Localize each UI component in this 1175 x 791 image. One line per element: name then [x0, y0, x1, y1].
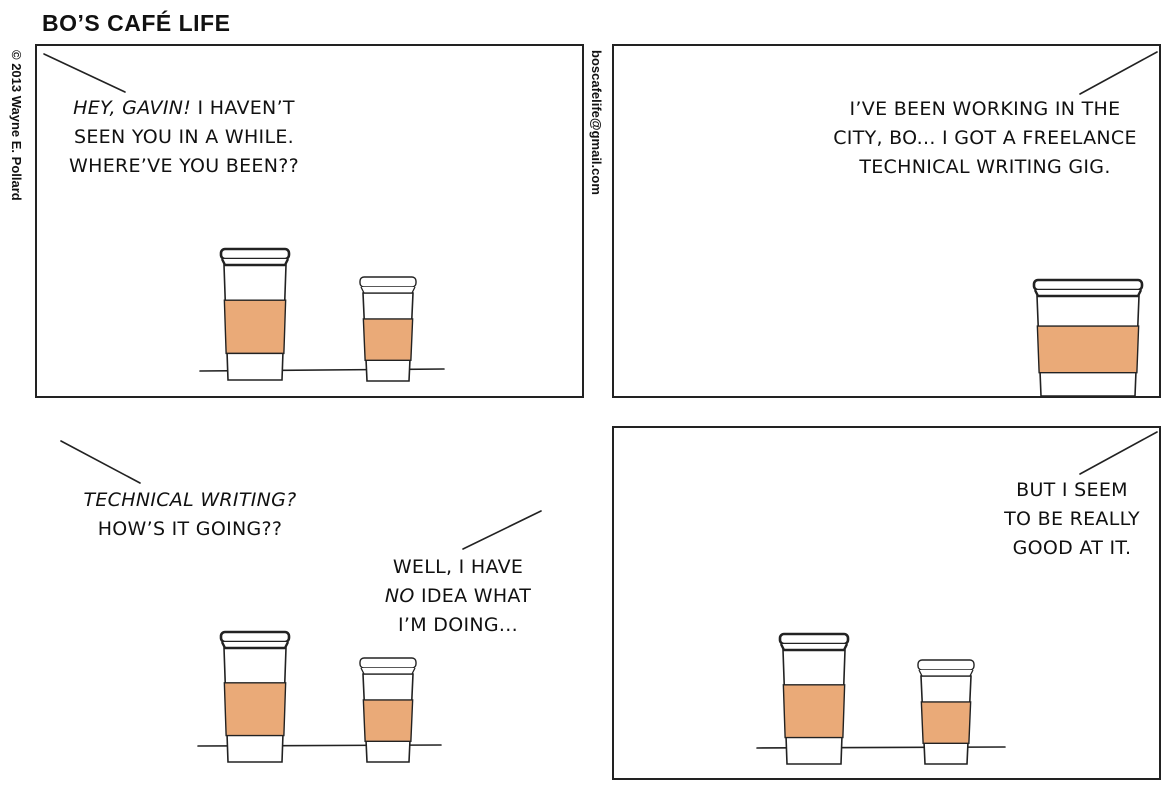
cup-bo-panel-3-lid-rim [360, 667, 416, 675]
cup-gavin-panel-1-sleeve [223, 299, 287, 355]
speech-line: TO BE REALLY [1004, 508, 1140, 530]
cup-bo-panel-4-lid [917, 659, 975, 671]
cup-gavin-panel-1-lid [219, 247, 291, 261]
speech-line: I’M DOING... [398, 614, 518, 636]
speech-tail-3a [60, 440, 141, 484]
speech-bo-panel-3: TECHNICAL WRITING? HOW’S IT GOING?? [70, 486, 310, 544]
cup-bo-panel-3-sleeve [362, 699, 414, 743]
cup-gavin-panel-2-lid [1032, 278, 1144, 292]
speech-emphasis: NO [384, 585, 415, 607]
speech-tail-1 [43, 53, 126, 93]
speech-line: HOW’S IT GOING?? [97, 518, 283, 540]
cup-bo-panel-4-sleeve [920, 701, 972, 745]
speech-tail-4 [1079, 431, 1158, 475]
speech-line: GOOD AT IT. [1012, 537, 1132, 559]
speech-tail-2 [1079, 51, 1158, 95]
cup-gavin-panel-2-lid-rim [1033, 289, 1143, 298]
speech-gavin-panel-2: I’VE BEEN WORKING IN THE CITY, BO... I G… [812, 95, 1158, 182]
cup-gavin-panel-4-lid-rim [779, 643, 849, 652]
cup-bo-panel-3-lid [359, 657, 417, 669]
speech-gavin-panel-4: BUT I SEEM TO BE REALLY GOOD AT IT. [980, 476, 1164, 563]
cup-gavin-panel-3-lid [219, 630, 291, 644]
speech-emphasis: TECHNICAL WRITING? [83, 489, 297, 511]
cup-gavin-panel-2-sleeve [1036, 325, 1140, 374]
speech-line: WELL, I HAVE [392, 556, 524, 578]
cup-bo-panel-1-lid [359, 276, 417, 288]
speech-line: I HAVEN’T [191, 97, 295, 119]
speech-line: I’VE BEEN WORKING IN THE [849, 98, 1121, 120]
speech-line: CITY, BO... I GOT A FREELANCE [833, 127, 1137, 149]
speech-line: IDEA WHAT [414, 585, 532, 607]
cup-bo-panel-4-lid-rim [918, 669, 974, 677]
cup-gavin-panel-1-lid-rim [220, 258, 290, 267]
speech-line: BUT I SEEM [1016, 479, 1128, 501]
cup-bo-panel-1-sleeve [362, 318, 414, 362]
cup-gavin-panel-3-sleeve [223, 682, 287, 737]
speech-tail-3b [462, 510, 542, 550]
cup-bo-panel-1-lid-rim [360, 286, 416, 294]
cup-gavin-panel-4-lid [778, 632, 850, 646]
cup-gavin-panel-4-sleeve [782, 684, 846, 739]
speech-emphasis: HEY, GAVIN! [73, 97, 192, 119]
speech-line: WHERE’VE YOU BEEN?? [69, 155, 299, 177]
speech-line: TECHNICAL WRITING GIG. [859, 156, 1111, 178]
speech-gavin-panel-3: WELL, I HAVE NO IDEA WHAT I’M DOING... [360, 553, 556, 640]
speech-bo-panel-1: HEY, GAVIN! I HAVEN’T SEEN YOU IN A WHIL… [44, 94, 324, 181]
cup-gavin-panel-3-lid-rim [220, 641, 290, 650]
speech-line: SEEN YOU IN A WHILE. [74, 126, 294, 148]
